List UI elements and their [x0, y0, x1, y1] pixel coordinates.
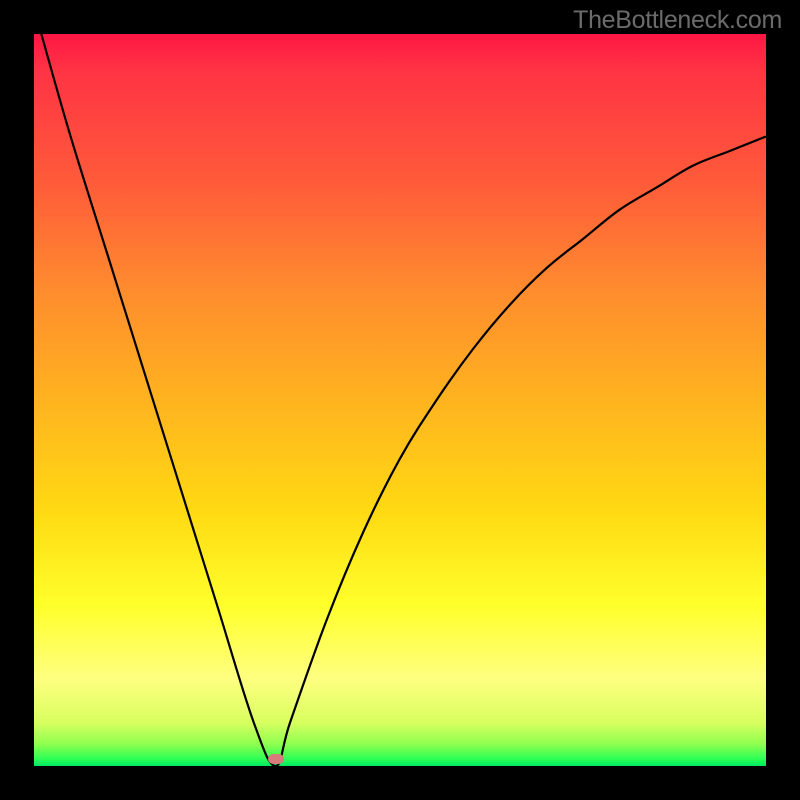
watermark-text: TheBottleneck.com — [573, 6, 782, 35]
bottleneck-curve — [34, 34, 766, 766]
chart-plot-area — [34, 34, 766, 766]
optimal-point-marker — [268, 754, 284, 764]
